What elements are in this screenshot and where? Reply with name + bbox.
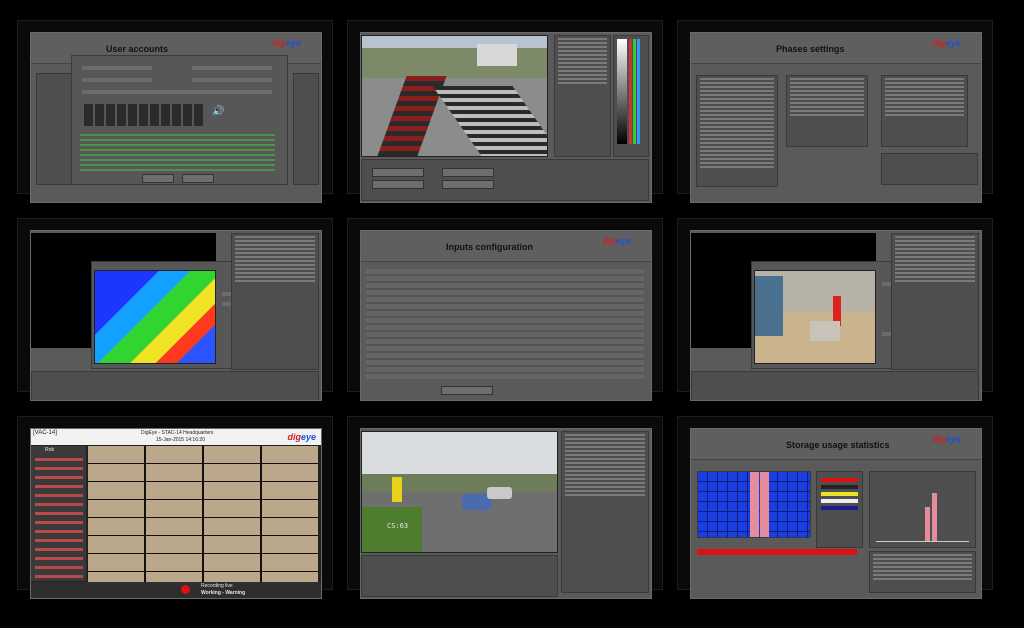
digeye-logo: digeye xyxy=(272,38,301,48)
road-camera-view[interactable]: CS:63 xyxy=(361,431,558,553)
settings-panel xyxy=(231,233,319,370)
tile-phases-settings: Phases settings digeye xyxy=(677,20,993,203)
status-line-1: Recording live xyxy=(201,583,233,589)
thermal-settings-screen xyxy=(30,230,322,401)
phase-list xyxy=(696,75,778,187)
user-name: Rob xyxy=(45,447,55,453)
page-title: Inputs configuration xyxy=(446,242,533,252)
camera-overlay-text: CS:63 xyxy=(387,522,409,530)
right-column-panel xyxy=(293,73,319,185)
phases-header: Phases settings digeye xyxy=(691,33,981,64)
ok-button[interactable] xyxy=(142,174,174,183)
live-header: [VAC-14] DigEye - STAC-14 Headquarters 1… xyxy=(31,429,321,445)
phases-settings-screen: Phases settings digeye xyxy=(690,32,982,203)
tile-inputs-configuration: Inputs configuration digeye xyxy=(347,218,663,401)
live-view-screen: [VAC-14] DigEye - STAC-14 Headquarters 1… xyxy=(30,428,322,599)
control-button[interactable] xyxy=(372,180,424,189)
permissions-list xyxy=(80,134,275,174)
digeye-logo: digeye xyxy=(932,38,961,48)
parking-camera-view[interactable] xyxy=(361,35,548,157)
camera-list-panel xyxy=(554,35,611,157)
page-title: Storage usage statistics xyxy=(786,440,890,450)
tile-user-accounts: User accounts digeye 🔊 xyxy=(17,20,333,203)
record-button[interactable] xyxy=(181,585,190,594)
parking-camera-screen xyxy=(360,32,652,203)
user-accounts-screen: User accounts digeye 🔊 xyxy=(30,32,322,203)
tile-thermal-camera xyxy=(17,218,333,401)
bottom-controls xyxy=(31,371,319,400)
control-button[interactable] xyxy=(442,180,494,189)
page-title: User accounts xyxy=(106,44,169,54)
phase-options xyxy=(881,153,978,185)
cancel-button[interactable] xyxy=(182,174,214,183)
tile-parking-camera xyxy=(347,20,663,203)
inputs-header: Inputs configuration digeye xyxy=(361,231,651,262)
digeye-logo: digeye xyxy=(287,432,316,442)
site-title: DigEye - STAC-14 Headquarters xyxy=(141,430,214,436)
tile-road-camera: CS:63 xyxy=(347,416,663,599)
site-code: [VAC-14] xyxy=(33,430,57,436)
status-bar: Recording live Working - Warning xyxy=(31,582,321,598)
disk-usage-chart xyxy=(697,471,811,538)
settings-panel xyxy=(891,233,979,370)
digeye-logo: digeye xyxy=(932,434,961,444)
digeye-logo: digeye xyxy=(602,236,631,246)
bottom-controls xyxy=(361,555,558,597)
speaker-icon: 🔊 xyxy=(212,106,225,117)
time-bar-chart xyxy=(869,471,976,548)
shop-settings-screen xyxy=(690,230,982,401)
shop-image[interactable] xyxy=(754,270,876,364)
phase-config-list xyxy=(786,75,868,147)
road-camera-screen: CS:63 xyxy=(360,428,652,599)
keypad[interactable] xyxy=(84,104,204,126)
camera-controls xyxy=(361,159,649,201)
date-time: 15-Jan-2015 14:16:20 xyxy=(156,437,205,443)
tile-storage-statistics: Storage usage statistics digeye xyxy=(677,416,993,599)
thermal-image[interactable] xyxy=(94,270,216,364)
control-button[interactable] xyxy=(372,168,424,177)
inputs-table xyxy=(366,269,644,379)
status-line-2: Working - Warning xyxy=(201,590,246,596)
apply-button[interactable] xyxy=(441,386,493,395)
account-dialog: 🔊 xyxy=(71,55,288,185)
phase-output-list xyxy=(881,75,968,147)
recording-settings-panel xyxy=(561,431,649,593)
camera-tree[interactable]: Rob xyxy=(31,446,86,581)
stats-table xyxy=(869,551,976,593)
inputs-configuration-screen: Inputs configuration digeye xyxy=(360,230,652,401)
tile-shop-camera xyxy=(677,218,993,401)
storage-statistics-screen: Storage usage statistics digeye xyxy=(690,428,982,599)
page-title: Phases settings xyxy=(776,44,845,54)
control-button[interactable] xyxy=(442,168,494,177)
legend-panel xyxy=(816,471,863,548)
bottom-controls xyxy=(691,371,979,400)
camera-grid[interactable] xyxy=(88,446,318,582)
usage-bar xyxy=(697,549,857,555)
storage-header: Storage usage statistics digeye xyxy=(691,429,981,460)
tile-live-view: [VAC-14] DigEye - STAC-14 Headquarters 1… xyxy=(17,416,333,599)
color-levels-panel xyxy=(613,35,649,157)
